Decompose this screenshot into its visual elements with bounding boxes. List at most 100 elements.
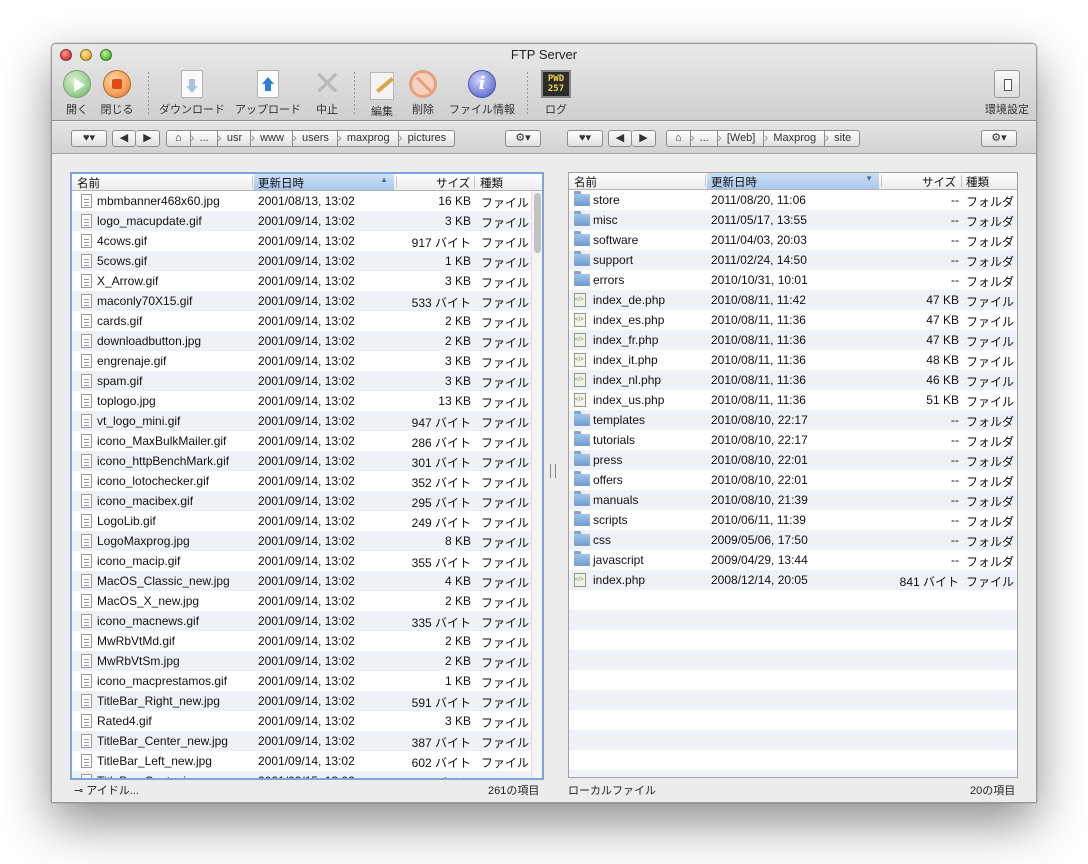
left-crumb[interactable]: www <box>251 130 297 147</box>
left-forward-button[interactable]: ▶ <box>136 130 160 147</box>
left-file-row[interactable]: cards.gif 2001/09/14, 13:02 2 KB ファイル <box>72 311 542 331</box>
right-back-button[interactable]: ◀ <box>608 130 632 147</box>
right-home-crumb[interactable]: ⌂ <box>666 130 694 147</box>
split-view-divider[interactable] <box>550 464 556 478</box>
right-file-row[interactable]: templates 2010/08/10, 22:17 -- フォルダ <box>569 410 1017 430</box>
left-crumb[interactable]: pictures <box>398 130 456 147</box>
left-file-row[interactable]: Rated4.gif 2001/09/14, 13:02 3 KB ファイル <box>72 711 542 731</box>
left-file-row[interactable]: LogoMaxprog.jpg 2001/09/14, 13:02 8 KB ファイル <box>72 531 542 551</box>
left-file-row[interactable]: TitleBar_Left_new.jpg 2001/09/14, 13:02 60… <box>72 751 542 771</box>
left-file-row[interactable]: vt_logo_mini.gif 2001/09/14, 13:02 947 バイト… <box>72 411 542 431</box>
right-file-row[interactable]: index_es.php 2010/08/11, 11:36 47 KB ファイル <box>569 310 1017 330</box>
left-col-name[interactable]: 名前 <box>77 175 100 191</box>
left-crumb[interactable]: users <box>292 130 342 147</box>
right-file-row[interactable]: css 2009/05/06, 17:50 -- フォルダ <box>569 530 1017 550</box>
left-file-row[interactable]: 5cows.gif 2001/09/14, 13:02 1 KB ファイル <box>72 251 542 271</box>
right-crumb[interactable]: site <box>825 130 861 147</box>
left-file-row[interactable]: icono_httpBenchMark.gif 2001/09/14, 13:02… <box>72 451 542 471</box>
left-file-row[interactable]: logo_macupdate.gif 2001/09/14, 13:02 3 KB フ… <box>72 211 542 231</box>
left-file-row[interactable]: MwRbVtMd.gif 2001/09/14, 13:02 2 KB ファイル <box>72 631 542 651</box>
stop-button[interactable]: ✕ 中止 <box>310 67 344 118</box>
pencil-icon <box>370 72 394 100</box>
left-scrollbar[interactable] <box>531 191 542 778</box>
right-action-button[interactable]: ⚙▾ <box>981 130 1017 147</box>
left-crumb[interactable]: usr <box>217 130 255 147</box>
left-favorites-button[interactable]: ♥▾ <box>71 130 107 147</box>
right-col-name[interactable]: 名前 <box>574 174 597 190</box>
file-name: 4cows.gif <box>97 234 148 248</box>
right-file-row[interactable]: index.php 2008/12/14, 20:05 841 バイトファイル <box>569 570 1017 590</box>
right-col-size[interactable]: サイズ <box>922 174 956 190</box>
left-file-row[interactable]: engrenaje.gif 2001/09/14, 13:02 3 KB ファイル <box>72 351 542 371</box>
left-back-button[interactable]: ◀ <box>112 130 136 147</box>
right-col-date[interactable]: 更新日時 ▼ <box>707 173 879 189</box>
left-file-row[interactable]: spam.gif 2001/09/14, 13:02 3 KB ファイル <box>72 371 542 391</box>
right-file-row[interactable]: index_us.php 2010/08/11, 11:36 51 KB ファイル <box>569 390 1017 410</box>
file-kind: ファイル <box>966 355 1015 369</box>
left-file-row[interactable]: X_Arrow.gif 2001/09/14, 13:02 3 KB ファイル <box>72 271 542 291</box>
right-file-row[interactable]: scripts 2010/06/11, 11:39 -- フォルダ <box>569 510 1017 530</box>
remote-file-list[interactable]: 名前 更新日時 ▲ サイズ 種類 mbmbanner468x60.jpg 2001/… <box>70 172 544 780</box>
left-file-row[interactable]: TitleBar_Center_new.jpg 2001/09/14, 13:02… <box>72 731 542 751</box>
left-file-row[interactable]: MacOS_Classic_new.jpg 2001/09/14, 13:02 4 … <box>72 571 542 591</box>
right-file-row[interactable]: offers 2010/08/10, 22:01 -- フォルダ <box>569 470 1017 490</box>
left-file-row[interactable]: icono_MaxBulkMailer.gif 2001/09/14, 13:02… <box>72 431 542 451</box>
left-file-row[interactable]: toplogo.jpg 2001/09/14, 13:02 13 KB ファイル <box>72 391 542 411</box>
preferences-button[interactable]: 環境設定 <box>982 70 1032 118</box>
left-crumb[interactable]: maxprog <box>337 130 402 147</box>
right-file-row[interactable]: index_fr.php 2010/08/11, 11:36 47 KB ファイル <box>569 330 1017 350</box>
left-file-row[interactable]: TitleBar_Right_new.jpg 2001/09/14, 13:02 5… <box>72 691 542 711</box>
left-file-row[interactable]: downloadbutton.jpg 2001/09/14, 13:02 2 KB フ… <box>72 331 542 351</box>
left-file-row[interactable]: icono_lotochecker.gif 2001/09/14, 13:02 35… <box>72 471 542 491</box>
left-file-row[interactable]: icono_macprestamos.gif 2001/09/14, 13:02 1… <box>72 671 542 691</box>
right-col-kind[interactable]: 種類 <box>966 174 989 190</box>
edit-button[interactable]: 編集 <box>365 70 399 118</box>
left-scroll-thumb[interactable] <box>534 193 541 253</box>
left-file-row[interactable]: icono_macibex.gif 2001/09/14, 13:02 295 バイ… <box>72 491 542 511</box>
right-file-row[interactable]: javascript 2009/04/29, 13:44 -- フォルダ <box>569 550 1017 570</box>
log-button[interactable]: PWD 257 ログ <box>538 70 574 118</box>
right-file-row[interactable]: misc 2011/05/17, 13:55 -- フォルダ <box>569 210 1017 230</box>
left-file-row[interactable]: maconly70X15.gif 2001/09/14, 13:02 533 バイト… <box>72 291 542 311</box>
left-file-row[interactable]: LogoLib.gif 2001/09/14, 13:02 249 バイト ファイル <box>72 511 542 531</box>
right-file-row[interactable]: store 2011/08/20, 11:06 -- フォルダ <box>569 190 1017 210</box>
right-crumb[interactable]: [Web] <box>717 130 768 147</box>
right-file-row[interactable]: support 2011/02/24, 14:50 -- フォルダ <box>569 250 1017 270</box>
left-file-row[interactable]: icono_macip.gif 2001/09/14, 13:02 355 バイトフ… <box>72 551 542 571</box>
file-date: 2010/08/10, 22:17 <box>711 433 808 447</box>
right-file-row[interactable]: index_nl.php 2010/08/11, 11:36 46 KB ファイル <box>569 370 1017 390</box>
left-file-row[interactable]: TitleBar_Center.jpg 2001/09/15, 13:02 417 … <box>72 771 542 778</box>
right-file-row[interactable]: errors 2010/10/31, 10:01 -- フォルダ <box>569 270 1017 290</box>
right-favorites-button[interactable]: ♥▾ <box>567 130 603 147</box>
right-forward-button[interactable]: ▶ <box>632 130 656 147</box>
left-action-button[interactable]: ⚙▾ <box>505 130 541 147</box>
file-size: 602 バイト <box>411 756 471 770</box>
right-file-row[interactable]: manuals 2010/08/10, 21:39 -- フォルダ <box>569 490 1017 510</box>
left-home-crumb[interactable]: ⌂ <box>166 130 194 147</box>
upload-button[interactable]: アップロード <box>233 70 303 118</box>
file-info-button[interactable]: i ファイル情報 <box>447 70 517 118</box>
local-file-list[interactable]: 名前 更新日時 ▼ サイズ 種類 store 2011/08/20, 11:06 --… <box>568 172 1018 778</box>
download-button[interactable]: ダウンロード <box>157 70 227 118</box>
right-file-row[interactable]: index_it.php 2010/08/11, 11:36 48 KB ファイル <box>569 350 1017 370</box>
left-file-row[interactable]: icono_macnews.gif 2001/09/14, 13:02 335 バイ… <box>72 611 542 631</box>
file-size: 47 KB <box>926 293 959 307</box>
right-file-row[interactable]: tutorials 2010/08/10, 22:17 -- フォルダ <box>569 430 1017 450</box>
right-crumb[interactable]: Maxprog <box>764 130 829 147</box>
right-file-row[interactable]: press 2010/08/10, 22:01 -- フォルダ <box>569 450 1017 470</box>
left-file-row[interactable]: 4cows.gif 2001/09/14, 13:02 917 バイト ファイル <box>72 231 542 251</box>
right-file-row[interactable]: index_de.php 2010/08/11, 11:42 47 KB ファイル <box>569 290 1017 310</box>
home-icon: ⌂ <box>175 132 182 144</box>
file-info-label: ファイル情報 <box>449 104 515 116</box>
file-size: 1 KB <box>444 674 471 688</box>
left-col-date[interactable]: 更新日時 ▲ <box>254 174 394 190</box>
close-button[interactable]: 閉じる <box>100 70 134 118</box>
left-file-row[interactable]: mbmbanner468x60.jpg 2001/08/13, 13:02 16 K… <box>72 191 542 211</box>
left-file-row[interactable]: MacOS_X_new.jpg 2001/09/14, 13:02 2 KB ファイル <box>72 591 542 611</box>
delete-button[interactable]: 削除 <box>406 70 440 118</box>
open-button[interactable]: 開く <box>60 70 94 118</box>
left-file-row[interactable]: MwRbVtSm.jpg 2001/09/14, 13:02 2 KB ファイル <box>72 651 542 671</box>
left-col-kind[interactable]: 種類 <box>480 175 503 191</box>
right-file-row[interactable]: software 2011/04/03, 20:03 -- フォルダ <box>569 230 1017 250</box>
left-col-size[interactable]: サイズ <box>436 175 470 191</box>
